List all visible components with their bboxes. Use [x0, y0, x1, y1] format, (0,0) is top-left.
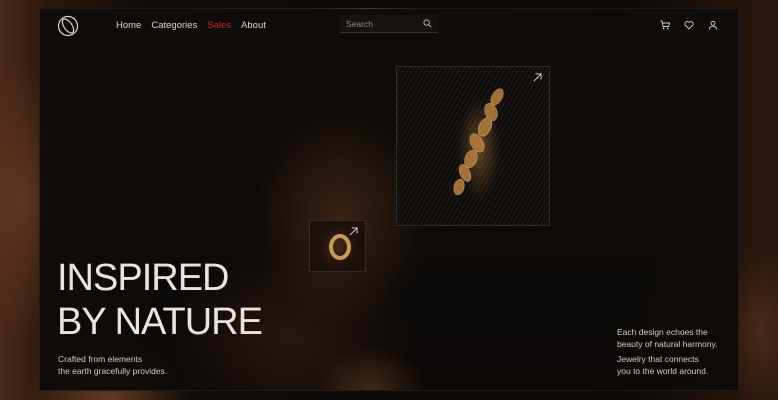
arrow-up-right-icon[interactable]: [533, 73, 542, 82]
search-input[interactable]: Search: [340, 15, 438, 33]
earring-image: [329, 234, 351, 260]
hero-title: INSPIRED BY NATURE: [57, 256, 263, 344]
arrow-up-right-icon[interactable]: [349, 227, 358, 236]
user-icon[interactable]: [708, 20, 718, 30]
search-placeholder: Search: [346, 18, 373, 29]
nav-categories[interactable]: Categories: [151, 20, 197, 31]
header-icons: [660, 20, 718, 30]
main-nav: Home Categories Sales About: [116, 20, 266, 31]
hero-subtitle: Crafted from elements the earth graceful…: [58, 354, 168, 376]
side-paragraph-1: Each design echoes the beauty of natural…: [617, 327, 718, 349]
product-card-hair-clip[interactable]: [396, 66, 550, 226]
cart-icon[interactable]: [660, 20, 670, 30]
product-card-earring[interactable]: [309, 220, 366, 272]
hair-clip-image: [453, 88, 504, 196]
nav-home[interactable]: Home: [116, 20, 141, 31]
logo-icon[interactable]: [57, 15, 79, 37]
search-icon[interactable]: [423, 19, 432, 28]
nav-about[interactable]: About: [241, 20, 266, 31]
hero-title-line2: BY NATURE: [57, 301, 263, 343]
side-paragraph-2: Jewelry that connects you to the world a…: [617, 354, 709, 376]
heart-icon[interactable]: [684, 20, 694, 30]
nav-sales[interactable]: Sales: [207, 20, 231, 31]
hero-title-line1: INSPIRED: [57, 257, 229, 299]
